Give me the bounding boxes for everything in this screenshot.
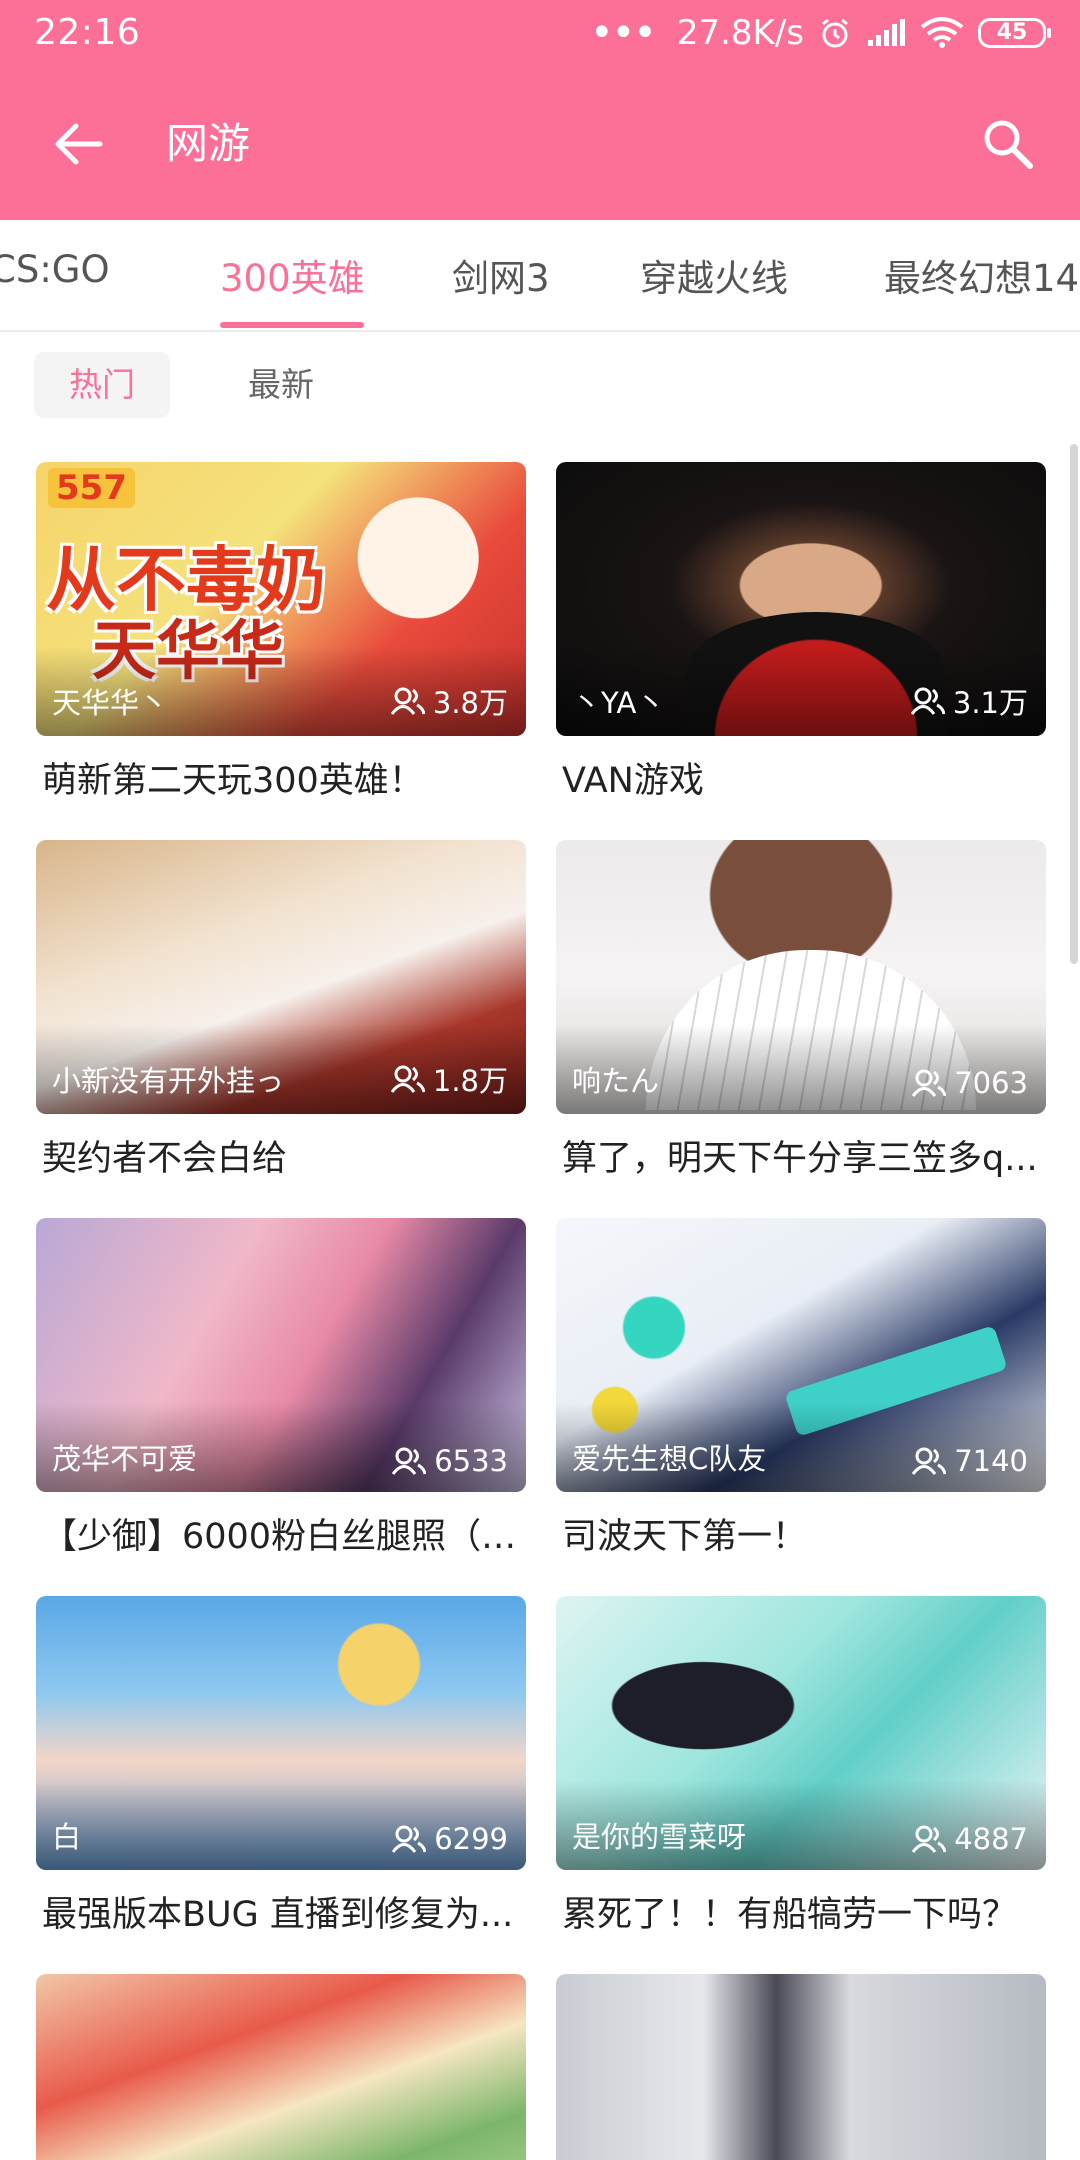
wifi-icon <box>920 17 964 49</box>
page-title: 网游 <box>166 119 251 168</box>
sort-new-button[interactable]: 最新 <box>216 352 346 418</box>
live-room-card[interactable]: 响たん 7063 算了，明天下午分享三笠多q... <box>556 840 1046 1200</box>
room-title[interactable]: 最强版本BUG 直播到修复为... <box>42 1886 522 1937</box>
viewer-count: 3.1万 <box>910 680 1028 722</box>
viewer-count: 7063 <box>912 1066 1028 1100</box>
status-icons: ••• 27.8K/s 45 <box>590 10 1051 56</box>
live-room-card[interactable]: 茂华不可爱 6533 【少御】6000粉白丝腿照（重... <box>36 1218 526 1578</box>
viewer-count: 6533 <box>392 1444 508 1478</box>
thumb-badge: 557 <box>48 468 135 508</box>
more-dots-icon: ••• <box>590 10 657 56</box>
room-thumbnail[interactable]: 557 从不毒奶 天华华 天华华丶 3.8万 <box>36 462 526 736</box>
room-title[interactable]: 累死了！！有船犒劳一下吗？ <box>562 1886 1042 1937</box>
viewer-count: 1.8万 <box>390 1058 508 1100</box>
room-title[interactable]: VAN游戏 <box>562 752 1042 803</box>
tab-ff14[interactable]: 最终幻想14 <box>884 248 1079 302</box>
uploader-name: 响たん <box>572 1064 660 1098</box>
viewer-count-text: 7140 <box>954 1444 1028 1478</box>
viewer-count-text: 3.8万 <box>432 686 508 720</box>
live-room-card[interactable]: 丶YA丶 3.1万 VAN游戏 <box>556 462 1046 822</box>
battery-level: 45 <box>996 20 1028 45</box>
viewer-count: 4887 <box>912 1822 1028 1856</box>
uploader-name: 白 <box>52 1820 82 1854</box>
viewer-count: 3.8万 <box>390 680 508 722</box>
room-thumbnail[interactable]: 爱先生想C队友 7140 <box>556 1218 1046 1492</box>
viewer-count-text: 6299 <box>434 1822 508 1856</box>
live-room-card[interactable]: 爱先生想C队友 7140 司波天下第一！ <box>556 1218 1046 1578</box>
alarm-icon <box>818 16 852 50</box>
active-tab-indicator <box>220 322 364 328</box>
room-thumbnail[interactable]: 是你的雪菜呀 4887 <box>556 1596 1046 1870</box>
viewers-icon <box>390 1065 425 1093</box>
room-thumbnail[interactable]: 响たん 7063 <box>556 840 1046 1114</box>
room-title[interactable]: 【少御】6000粉白丝腿照（重... <box>42 1508 522 1559</box>
search-icon[interactable] <box>978 114 1038 174</box>
uploader-name: 爱先生想C队友 <box>572 1442 767 1476</box>
uploader-name: 是你的雪菜呀 <box>572 1820 747 1854</box>
status-time: 22:16 <box>34 12 141 53</box>
uploader-name: 天华华丶 <box>52 686 169 720</box>
viewers-icon <box>390 687 425 715</box>
room-title[interactable]: 萌新第二天玩300英雄！ <box>42 752 522 803</box>
thumb-caption-line1: 从不毒奶 <box>46 539 326 621</box>
viewers-icon <box>912 1825 947 1853</box>
live-room-card[interactable] <box>556 1974 1046 2160</box>
live-room-card[interactable] <box>36 1974 526 2160</box>
live-room-card[interactable]: 557 从不毒奶 天华华 天华华丶 3.8万 萌新第二天玩300英雄！ <box>36 462 526 822</box>
viewer-count-text: 4887 <box>954 1822 1028 1856</box>
live-room-card[interactable]: 小新没有开外挂っ 1.8万 契约者不会白给 <box>36 840 526 1200</box>
scrollbar[interactable] <box>1070 444 1078 964</box>
viewer-count-text: 1.8万 <box>432 1064 508 1098</box>
viewer-count-text: 7063 <box>954 1066 1028 1100</box>
arrow-left-icon[interactable] <box>50 116 106 172</box>
viewer-count-text: 3.1万 <box>952 686 1028 720</box>
room-thumbnail[interactable]: 白 6299 <box>36 1596 526 1870</box>
room-thumbnail[interactable] <box>556 1974 1046 2160</box>
top-header: 22:16 ••• 27.8K/s 45 网游 <box>0 0 1080 220</box>
room-title[interactable]: 契约者不会白给 <box>42 1130 522 1181</box>
viewers-icon <box>392 1825 427 1853</box>
tab-csgo[interactable]: CS:GO <box>0 248 110 291</box>
uploader-name: 茂华不可爱 <box>52 1442 198 1476</box>
app-bar: 网游 <box>0 88 1080 198</box>
uploader-name: 小新没有开外挂っ <box>52 1064 285 1098</box>
status-bar: 22:16 ••• 27.8K/s 45 <box>0 0 1080 66</box>
room-thumbnail[interactable]: 丶YA丶 3.1万 <box>556 462 1046 736</box>
signal-icon <box>866 18 906 48</box>
live-room-card[interactable]: 白 6299 最强版本BUG 直播到修复为... <box>36 1596 526 1956</box>
live-room-card[interactable]: 是你的雪菜呀 4887 累死了！！有船犒劳一下吗？ <box>556 1596 1046 1956</box>
tab-jx3[interactable]: 剑网3 <box>452 248 550 302</box>
room-thumbnail[interactable] <box>36 1974 526 2160</box>
viewers-icon <box>392 1447 427 1475</box>
room-thumbnail[interactable]: 小新没有开外挂っ 1.8万 <box>36 840 526 1114</box>
battery-icon: 45 <box>978 18 1051 48</box>
network-speed: 27.8K/s <box>676 13 804 53</box>
category-tabs: CS:GO 300英雄 剑网3 穿越火线 最终幻想14 <box>0 220 1080 332</box>
viewer-count: 7140 <box>912 1444 1028 1478</box>
sort-options: 热门 最新 <box>0 352 1080 422</box>
uploader-name: 丶YA丶 <box>572 686 666 720</box>
room-title[interactable]: 算了，明天下午分享三笠多q... <box>562 1130 1042 1181</box>
viewers-icon <box>912 1069 947 1097</box>
room-thumbnail[interactable]: 茂华不可爱 6533 <box>36 1218 526 1492</box>
tab-crossfire[interactable]: 穿越火线 <box>640 248 788 302</box>
viewer-count: 6299 <box>392 1822 508 1856</box>
viewers-icon <box>910 687 945 715</box>
sort-hot-button[interactable]: 热门 <box>34 352 170 418</box>
viewer-count-text: 6533 <box>434 1444 508 1478</box>
tab-300-heroes[interactable]: 300英雄 <box>220 248 365 302</box>
viewers-icon <box>912 1447 947 1475</box>
room-title[interactable]: 司波天下第一！ <box>562 1508 1042 1559</box>
